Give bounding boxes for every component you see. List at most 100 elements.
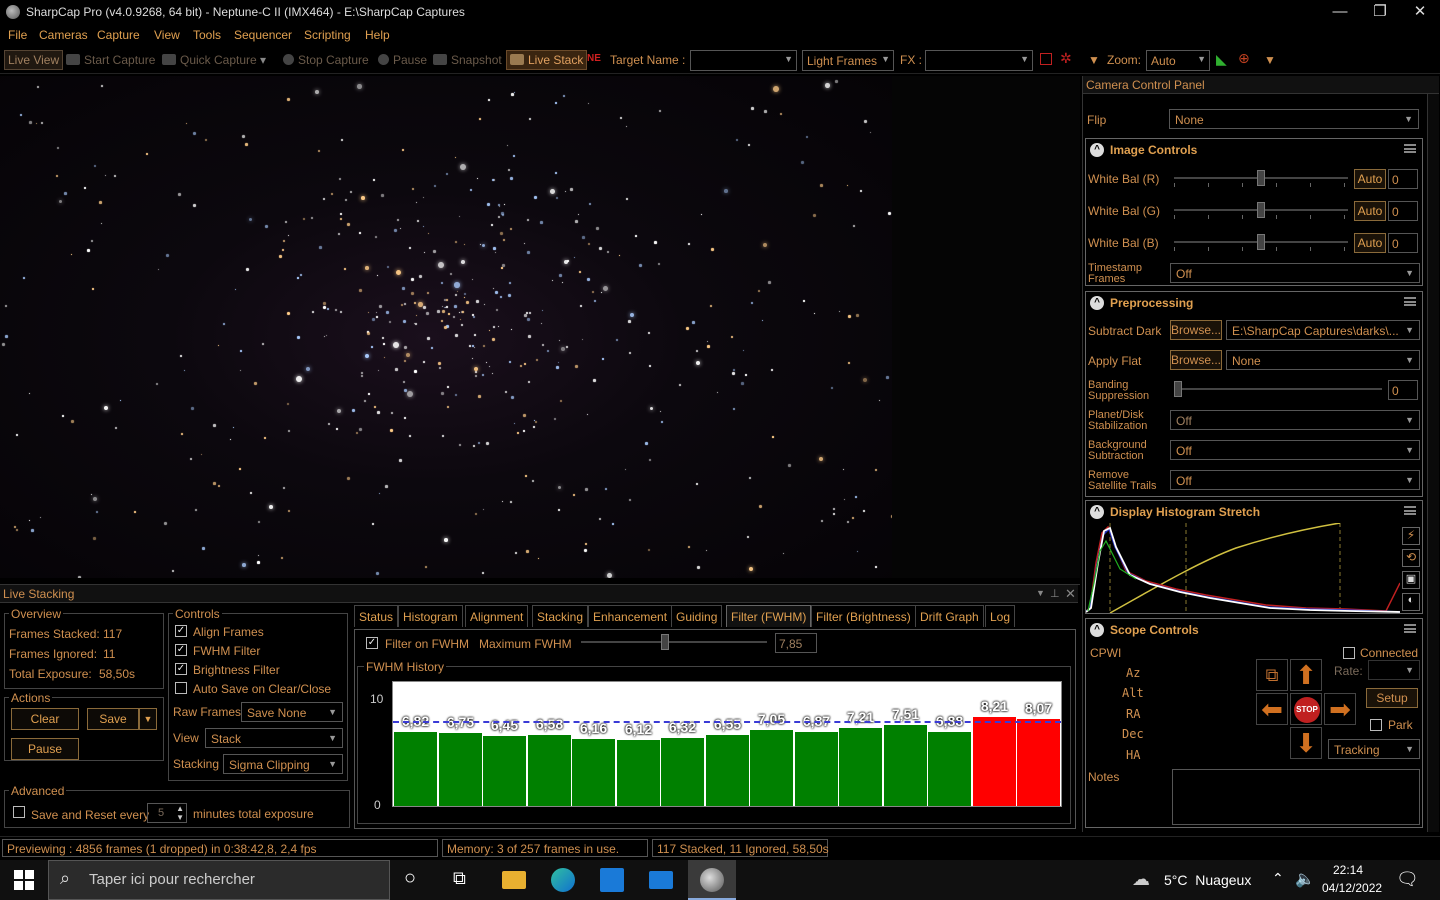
stop-button[interactable]: STOP	[1290, 693, 1322, 725]
menu-capture[interactable]: Capture	[97, 28, 140, 42]
park-checkbox[interactable]	[1370, 719, 1382, 731]
auto-save-checkbox[interactable]	[175, 682, 187, 694]
task-view-icon[interactable]: ⧉	[453, 868, 477, 892]
chevron-down-icon[interactable]: ▼	[1088, 53, 1100, 67]
fwhm-filter-checkbox[interactable]: ✓	[175, 644, 187, 656]
menu-file[interactable]: File	[8, 28, 27, 42]
chevron-down-icon[interactable]: ▼	[1264, 53, 1276, 67]
apply-flat-select[interactable]: None ▼	[1226, 350, 1420, 370]
save-button[interactable]: Save	[87, 708, 139, 730]
tab-filter-fwhm[interactable]: Filter (FWHM)	[726, 605, 812, 627]
tab-status[interactable]: Status	[354, 605, 399, 627]
menu-help[interactable]: Help	[365, 28, 390, 42]
restore-button[interactable]: ❐	[1362, 2, 1398, 22]
clock-date[interactable]: 04/12/2022	[1322, 881, 1382, 895]
tab-enhancement[interactable]: Enhancement	[588, 605, 673, 627]
search-input[interactable]: Taper ici pour rechercher	[48, 860, 390, 900]
save-reset-checkbox[interactable]	[13, 806, 25, 818]
close-icon[interactable]: ✕	[1065, 586, 1076, 602]
notes-input[interactable]	[1172, 769, 1420, 825]
menu-sequencer[interactable]: Sequencer	[234, 28, 292, 42]
volume-icon[interactable]: 🔈	[1295, 869, 1315, 889]
satellite-select[interactable]: Off ▼	[1170, 470, 1420, 490]
notification-icon[interactable]: 🗨	[1396, 869, 1419, 890]
start-capture-button[interactable]: Start Capture	[66, 53, 155, 67]
histogram-graph[interactable]	[1086, 523, 1400, 613]
quick-capture-button[interactable]: Quick Capture ▾	[162, 53, 266, 67]
align-frames-checkbox[interactable]: ✓	[175, 625, 187, 637]
snapshot-button[interactable]: Snapshot	[433, 53, 502, 67]
planet-select[interactable]: Off ▼	[1170, 410, 1420, 430]
reset-icon[interactable]: ⟲	[1402, 549, 1420, 567]
north-arrow-icon[interactable]: ⬆	[1290, 659, 1322, 691]
pin-icon[interactable]: ⊥	[1050, 587, 1060, 600]
east-arrow-icon[interactable]: ➡	[1324, 693, 1356, 725]
edge-icon[interactable]	[551, 868, 575, 892]
fx-select[interactable]: ▼	[925, 50, 1033, 71]
mail-icon[interactable]	[649, 871, 673, 889]
panel-scrollbar[interactable]	[1427, 94, 1439, 832]
filter-on-fwhm-checkbox[interactable]: ✓	[366, 637, 378, 649]
flip-select[interactable]: None ▼	[1169, 109, 1419, 129]
live-stack-button[interactable]: Live Stack	[506, 50, 588, 70]
wb-b-auto-button[interactable]: Auto	[1354, 233, 1386, 253]
file-explorer-icon[interactable]	[502, 871, 526, 889]
minimize-button[interactable]: —	[1322, 2, 1358, 22]
tab-drift-graph[interactable]: Drift Graph	[915, 605, 984, 627]
image-controls-header[interactable]: ^ Image Controls	[1086, 139, 1422, 161]
menu-tools[interactable]: Tools	[193, 28, 221, 42]
tab-stacking[interactable]: Stacking	[532, 605, 589, 627]
crosshair-icon[interactable]: ✲	[1060, 50, 1072, 67]
contrast-icon[interactable]: ◐	[1402, 593, 1420, 611]
tab-guiding[interactable]: Guiding	[671, 605, 723, 627]
histogram-icon[interactable]: ◣	[1216, 51, 1227, 68]
tracking-select[interactable]: Tracking ▼	[1328, 739, 1420, 759]
flat-browse-button[interactable]: Browse...	[1170, 350, 1222, 370]
auto-stretch-icon[interactable]: ⚡	[1402, 527, 1420, 545]
store-icon[interactable]	[600, 868, 624, 892]
tab-filter-brightness[interactable]: Filter (Brightness)	[811, 605, 916, 627]
connected-checkbox[interactable]	[1343, 647, 1355, 659]
weather-text[interactable]: 5°C Nuageux	[1164, 872, 1251, 888]
wb-b-slider[interactable]	[1174, 233, 1348, 253]
dark-browse-button[interactable]: Browse...	[1170, 320, 1222, 340]
clock-time[interactable]: 22:14	[1333, 863, 1363, 877]
menu-cameras[interactable]: Cameras	[39, 28, 88, 42]
save-dropdown-button[interactable]: ▼	[139, 708, 157, 730]
wb-r-value[interactable]: 0	[1388, 169, 1418, 189]
roi-icon[interactable]	[1040, 53, 1052, 65]
tab-histogram[interactable]: Histogram	[398, 605, 463, 627]
max-fwhm-slider[interactable]	[581, 633, 767, 653]
stop-capture-button[interactable]: Stop Capture	[283, 53, 369, 67]
save-icon[interactable]: ▣	[1402, 571, 1420, 589]
setup-button[interactable]: Setup	[1366, 688, 1418, 708]
chevron-up-icon[interactable]: ⌃	[1272, 870, 1284, 887]
wb-g-value[interactable]: 0	[1388, 201, 1418, 221]
rate-select[interactable]: ▼	[1368, 660, 1420, 680]
raw-frames-select[interactable]: Save None ▼	[241, 702, 343, 722]
banding-slider[interactable]	[1174, 380, 1382, 400]
max-fwhm-value[interactable]: 7,85	[775, 633, 817, 653]
wb-r-slider[interactable]	[1174, 169, 1348, 189]
tab-log[interactable]: Log	[985, 605, 1016, 627]
sharpcap-taskbar-button[interactable]	[688, 860, 736, 900]
subtract-dark-select[interactable]: E:\SharpCap Captures\darks\... ▼	[1226, 320, 1420, 340]
pause-button[interactable]: Pause	[378, 53, 427, 67]
chevron-down-icon[interactable]: ▼	[1036, 588, 1045, 598]
close-button[interactable]: ✕	[1402, 2, 1438, 22]
preprocessing-header[interactable]: ^ Preprocessing	[1086, 292, 1422, 314]
brightness-filter-checkbox[interactable]: ✓	[175, 663, 187, 675]
west-arrow-icon[interactable]: ⬅	[1256, 693, 1288, 725]
wb-r-auto-button[interactable]: Auto	[1354, 169, 1386, 189]
windows-start-icon[interactable]	[14, 870, 34, 890]
frame-type-select[interactable]: Light Frames ▼	[802, 50, 894, 71]
wb-g-auto-button[interactable]: Auto	[1354, 201, 1386, 221]
tab-alignment[interactable]: Alignment	[465, 605, 529, 627]
clear-button[interactable]: Clear	[11, 708, 79, 730]
banding-value[interactable]: 0	[1388, 380, 1418, 400]
save-reset-minutes-input[interactable]: 5 ▲ ▼	[147, 803, 187, 823]
wb-b-value[interactable]: 0	[1388, 233, 1418, 253]
home-icon[interactable]: ⧉	[1256, 659, 1288, 691]
cortana-icon[interactable]: ○	[404, 867, 428, 891]
scope-controls-header[interactable]: ^ Scope Controls	[1086, 619, 1422, 641]
